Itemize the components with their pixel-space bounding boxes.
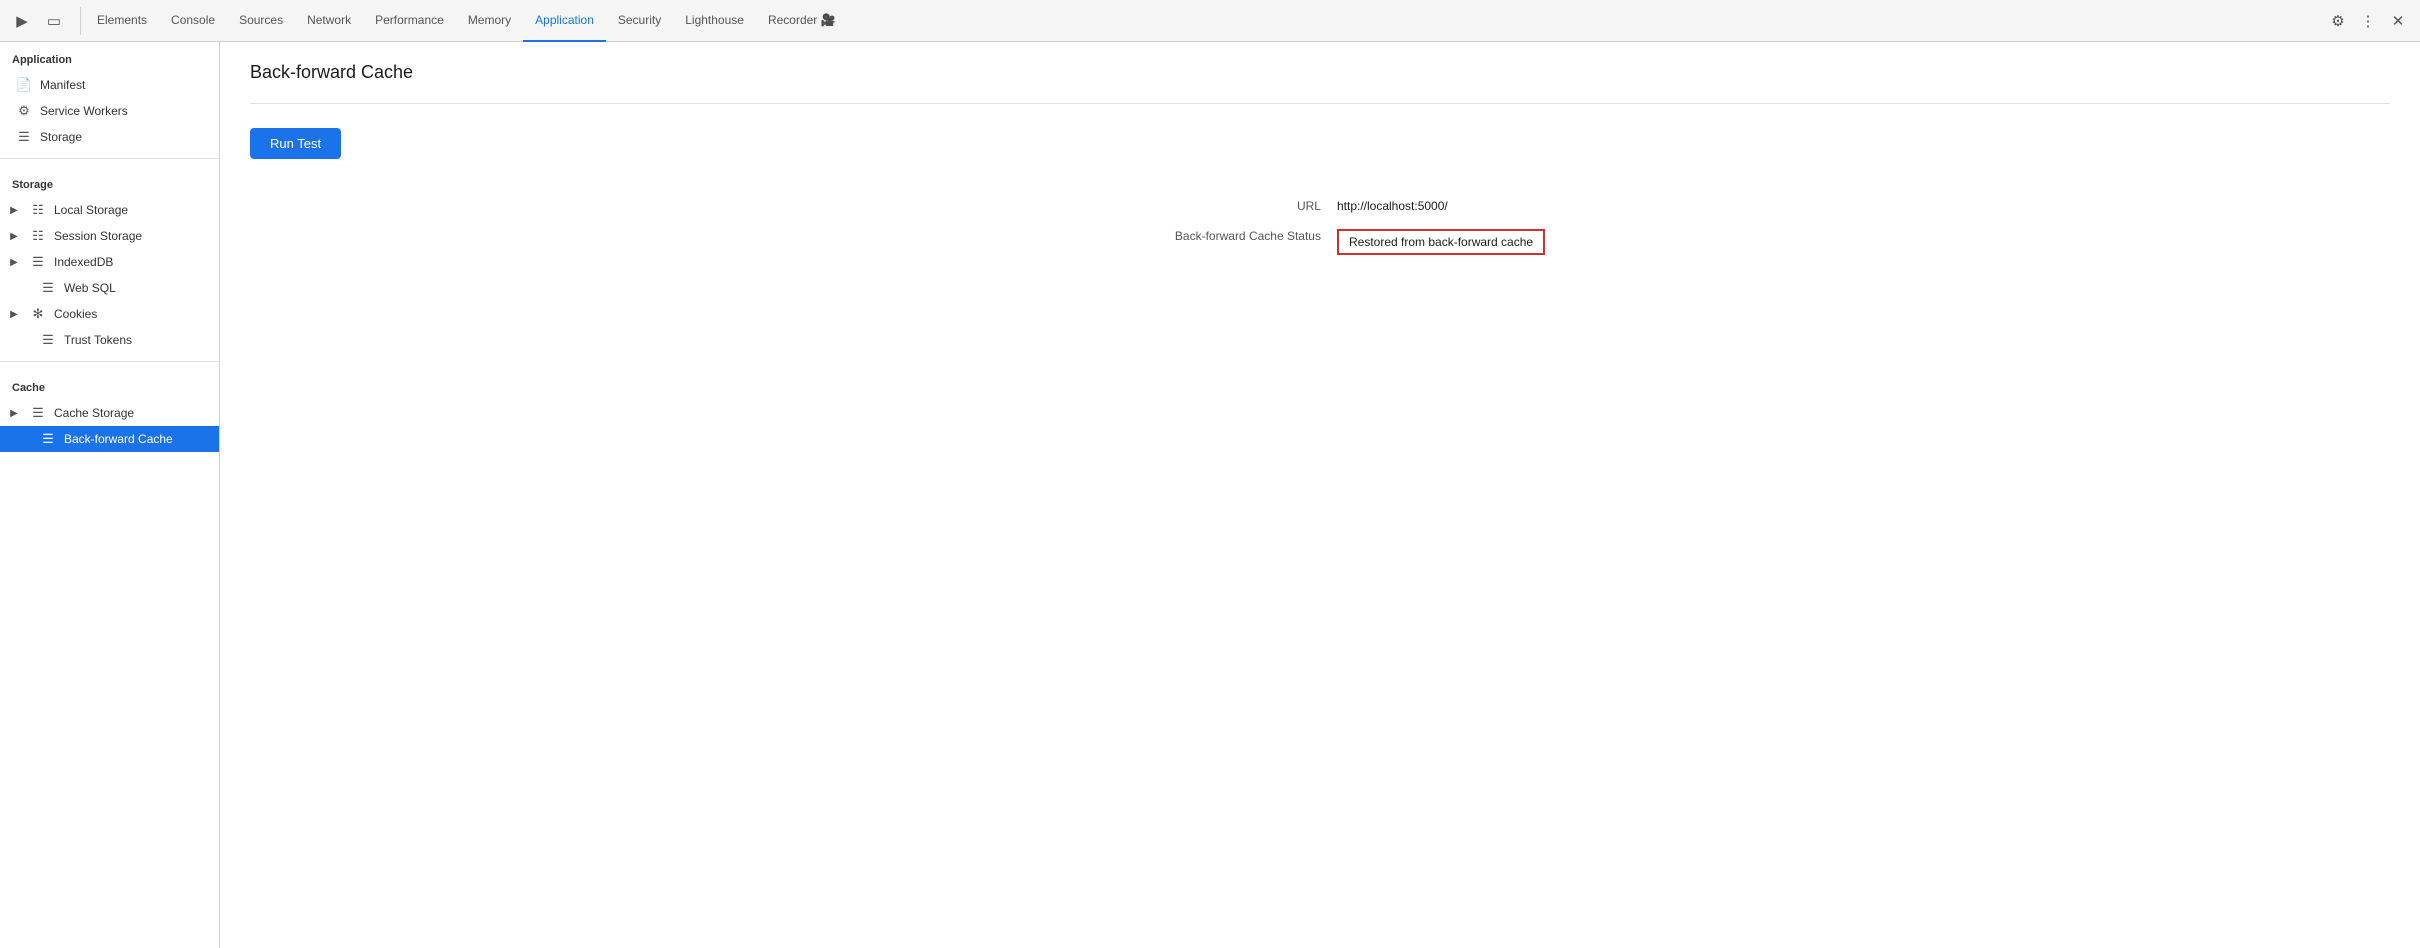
sidebar-item-label: IndexedDB xyxy=(54,255,113,269)
tab-network[interactable]: Network xyxy=(295,0,363,42)
sidebar-item-trust-tokens[interactable]: ☰ Trust Tokens xyxy=(0,327,219,353)
content-area: Back-forward Cache Run Test URL http://l… xyxy=(220,42,2420,948)
sidebar-item-label: Back-forward Cache xyxy=(64,432,173,446)
sidebar-item-label: Manifest xyxy=(40,78,85,92)
sidebar-section-application: Application xyxy=(0,42,219,72)
sidebar-item-web-sql[interactable]: ☰ Web SQL xyxy=(0,275,219,301)
sidebar-item-cache-storage[interactable]: ▶ ☰ Cache Storage xyxy=(0,400,219,426)
doc-icon: 📄 xyxy=(16,77,32,93)
settings-icon[interactable]: ⚙ xyxy=(2324,7,2352,35)
db-icon: ☰ xyxy=(40,332,56,348)
more-icon[interactable]: ⋮ xyxy=(2354,7,2382,35)
grid-icon: ☷ xyxy=(30,202,46,218)
sidebar: Application 📄 Manifest ⚙ Service Workers… xyxy=(0,42,220,948)
content-divider xyxy=(250,103,2390,104)
sidebar-item-back-forward-cache[interactable]: ☰ Back-forward Cache xyxy=(0,426,219,452)
sidebar-item-label: Storage xyxy=(40,130,82,144)
sidebar-item-service-workers[interactable]: ⚙ Service Workers xyxy=(0,98,219,124)
url-label: URL xyxy=(330,191,1337,221)
sidebar-item-cookies[interactable]: ▶ ✻ Cookies xyxy=(0,301,219,327)
sidebar-item-label: Service Workers xyxy=(40,104,128,118)
db-icon: ☰ xyxy=(16,129,32,145)
devtools-icons: ▶ ▭ xyxy=(8,7,81,35)
tab-performance[interactable]: Performance xyxy=(363,0,456,42)
main-layout: Application 📄 Manifest ⚙ Service Workers… xyxy=(0,42,2420,948)
sidebar-divider-1 xyxy=(0,158,219,159)
tab-lighthouse[interactable]: Lighthouse xyxy=(673,0,756,42)
cursor-icon[interactable]: ▶ xyxy=(8,7,36,35)
tab-bar-actions: ⚙ ⋮ ✕ xyxy=(2324,7,2412,35)
page-title: Back-forward Cache xyxy=(250,62,2390,83)
arrow-icon: ▶ xyxy=(6,231,22,242)
sidebar-section-cache: Cache xyxy=(0,370,219,400)
sidebar-item-indexed-db[interactable]: ▶ ☰ IndexedDB xyxy=(0,249,219,275)
sidebar-section-storage: Storage xyxy=(0,167,219,197)
db-icon: ☰ xyxy=(30,405,46,421)
db-icon: ☰ xyxy=(40,280,56,296)
sidebar-item-label: Trust Tokens xyxy=(64,333,132,347)
info-table: URL http://localhost:5000/ Back-forward … xyxy=(330,191,2390,263)
sidebar-item-label: Web SQL xyxy=(64,281,116,295)
tab-bar: ▶ ▭ Elements Console Sources Network Per… xyxy=(0,0,2420,42)
sidebar-item-storage-app[interactable]: ☰ Storage xyxy=(0,124,219,150)
run-test-button[interactable]: Run Test xyxy=(250,128,341,159)
sidebar-item-label: Local Storage xyxy=(54,203,128,217)
tab-console[interactable]: Console xyxy=(159,0,227,42)
tab-application[interactable]: Application xyxy=(523,0,606,42)
arrow-icon: ▶ xyxy=(6,205,22,216)
gear-icon: ⚙ xyxy=(16,103,32,119)
status-label: Back-forward Cache Status xyxy=(330,221,1337,263)
tab-elements[interactable]: Elements xyxy=(85,0,159,42)
arrow-icon: ▶ xyxy=(6,309,22,320)
tab-sources[interactable]: Sources xyxy=(227,0,295,42)
sidebar-item-label: Cookies xyxy=(54,307,97,321)
device-icon[interactable]: ▭ xyxy=(40,7,68,35)
sidebar-item-session-storage[interactable]: ▶ ☷ Session Storage xyxy=(0,223,219,249)
db-icon: ☰ xyxy=(40,431,56,447)
sidebar-item-label: Cache Storage xyxy=(54,406,134,420)
sidebar-item-manifest[interactable]: 📄 Manifest xyxy=(0,72,219,98)
url-value: http://localhost:5000/ xyxy=(1337,191,2390,221)
grid-icon: ☷ xyxy=(30,228,46,244)
status-value: Restored from back-forward cache xyxy=(1337,221,2390,263)
tab-memory[interactable]: Memory xyxy=(456,0,523,42)
sidebar-item-label: Session Storage xyxy=(54,229,142,243)
sidebar-divider-2 xyxy=(0,361,219,362)
status-box: Restored from back-forward cache xyxy=(1337,229,1545,255)
sidebar-item-local-storage[interactable]: ▶ ☷ Local Storage xyxy=(0,197,219,223)
db-icon: ☰ xyxy=(30,254,46,270)
close-icon[interactable]: ✕ xyxy=(2384,7,2412,35)
arrow-icon: ▶ xyxy=(6,408,22,419)
cookie-icon: ✻ xyxy=(30,306,46,322)
tab-security[interactable]: Security xyxy=(606,0,673,42)
arrow-icon: ▶ xyxy=(6,257,22,268)
tab-recorder[interactable]: Recorder 🎥 xyxy=(756,0,848,42)
